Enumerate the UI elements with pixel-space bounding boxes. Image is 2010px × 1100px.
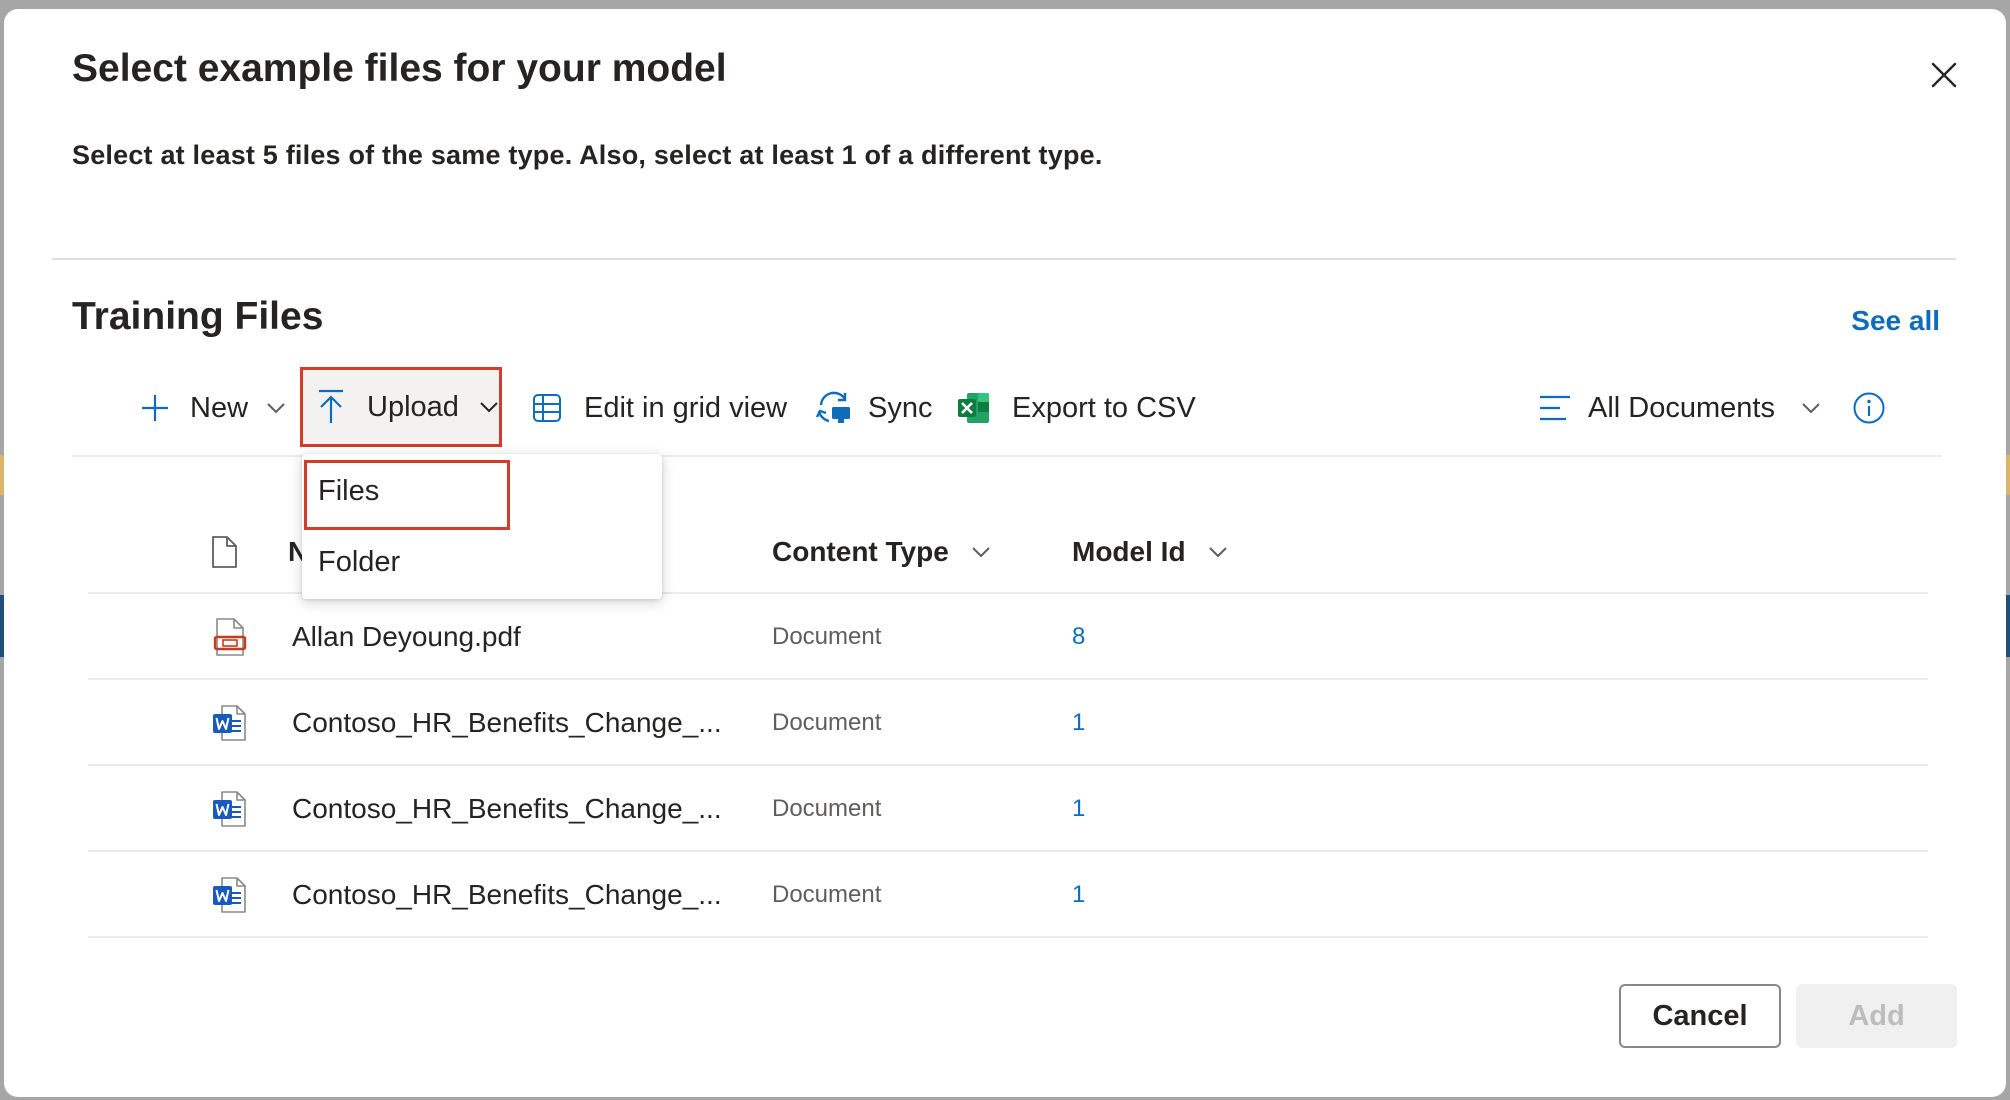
chevron-down-icon bbox=[266, 401, 286, 415]
menu-item-files[interactable]: Files bbox=[302, 456, 662, 530]
sync-icon bbox=[814, 390, 854, 426]
menu-item-folder[interactable]: Folder bbox=[302, 527, 662, 597]
pdf-file-icon bbox=[210, 594, 250, 680]
upload-icon bbox=[315, 388, 347, 426]
content-type-cell: Document bbox=[772, 623, 882, 650]
csv-label: Export to CSV bbox=[1012, 391, 1196, 424]
view-switcher[interactable]: All Documents bbox=[1538, 359, 1821, 457]
file-name[interactable]: Contoso_HR_Benefits_Change_... bbox=[292, 852, 722, 938]
table-row[interactable]: Contoso_HR_Benefits_Change_... Document … bbox=[88, 680, 1928, 766]
view-lines-icon bbox=[1538, 393, 1572, 423]
export-to-csv-button[interactable]: Export to CSV bbox=[956, 359, 1196, 457]
file-name[interactable]: Contoso_HR_Benefits_Change_... bbox=[292, 680, 722, 766]
new-button[interactable]: New bbox=[138, 359, 286, 457]
close-button[interactable] bbox=[1924, 55, 1964, 95]
upload-dropdown-menu: Files Folder bbox=[302, 454, 662, 599]
table-row[interactable]: Allan Deyoung.pdf Document 8 bbox=[88, 594, 1928, 680]
content-type-column-header[interactable]: Content Type bbox=[772, 509, 991, 594]
chevron-down-icon bbox=[479, 400, 499, 414]
new-label: New bbox=[190, 391, 249, 424]
word-file-icon bbox=[210, 852, 250, 938]
see-all-link[interactable]: See all bbox=[1851, 305, 1940, 337]
table-row[interactable]: Contoso_HR_Benefits_Change_... Document … bbox=[88, 766, 1928, 852]
divider bbox=[52, 258, 1956, 260]
model-id-column-header[interactable]: Model Id bbox=[1072, 509, 1228, 594]
file-name[interactable]: Allan Deyoung.pdf bbox=[292, 594, 521, 680]
word-file-icon bbox=[210, 766, 250, 852]
chevron-down-icon bbox=[971, 545, 991, 559]
content-type-cell: Document bbox=[772, 795, 882, 822]
document-icon bbox=[212, 535, 237, 568]
command-bar: New Upload Edit in grid view Sync Export… bbox=[72, 359, 1942, 457]
view-label: All Documents bbox=[1588, 391, 1775, 424]
edit-in-grid-view-button[interactable]: Edit in grid view bbox=[530, 359, 787, 457]
dialog-instructions: Select at least 5 files of the same type… bbox=[72, 140, 1103, 170]
file-name[interactable]: Contoso_HR_Benefits_Change_... bbox=[292, 766, 722, 852]
content-type-cell: Document bbox=[772, 709, 882, 736]
highlight-box bbox=[304, 460, 510, 530]
section-title: Training Files bbox=[72, 295, 324, 338]
background-page-sliver bbox=[2006, 455, 2010, 495]
upload-label: Upload bbox=[367, 390, 459, 423]
info-icon bbox=[1853, 392, 1885, 424]
word-file-icon bbox=[210, 680, 250, 766]
excel-icon bbox=[956, 390, 992, 426]
select-files-dialog: Select example files for your model Sele… bbox=[4, 9, 2006, 1097]
close-icon bbox=[1931, 62, 1957, 88]
sync-button[interactable]: Sync bbox=[814, 359, 932, 457]
chevron-down-icon bbox=[1801, 401, 1821, 415]
add-button: Add bbox=[1796, 984, 1957, 1048]
menu-item-label: Folder bbox=[318, 545, 401, 578]
grid-label: Edit in grid view bbox=[584, 391, 788, 424]
info-button[interactable] bbox=[1852, 359, 1886, 457]
content-type-header-label: Content Type bbox=[772, 535, 949, 567]
model-id-cell[interactable]: 1 bbox=[1072, 852, 1085, 938]
background-page-sliver bbox=[2006, 595, 2010, 657]
sync-label: Sync bbox=[868, 391, 933, 424]
upload-button[interactable]: Upload bbox=[300, 367, 502, 447]
model-id-cell[interactable]: 1 bbox=[1072, 766, 1085, 852]
file-type-column-header[interactable] bbox=[210, 509, 238, 594]
cancel-button[interactable]: Cancel bbox=[1619, 984, 1781, 1048]
chevron-down-icon bbox=[1208, 545, 1228, 559]
model-id-header-label: Model Id bbox=[1072, 535, 1186, 567]
plus-icon bbox=[138, 391, 172, 425]
table-row[interactable]: Contoso_HR_Benefits_Change_... Document … bbox=[88, 852, 1928, 938]
dialog-title: Select example files for your model bbox=[72, 47, 727, 90]
content-type-cell: Document bbox=[772, 881, 882, 908]
grid-icon bbox=[530, 391, 564, 425]
model-id-cell[interactable]: 1 bbox=[1072, 680, 1085, 766]
model-id-cell[interactable]: 8 bbox=[1072, 594, 1085, 680]
